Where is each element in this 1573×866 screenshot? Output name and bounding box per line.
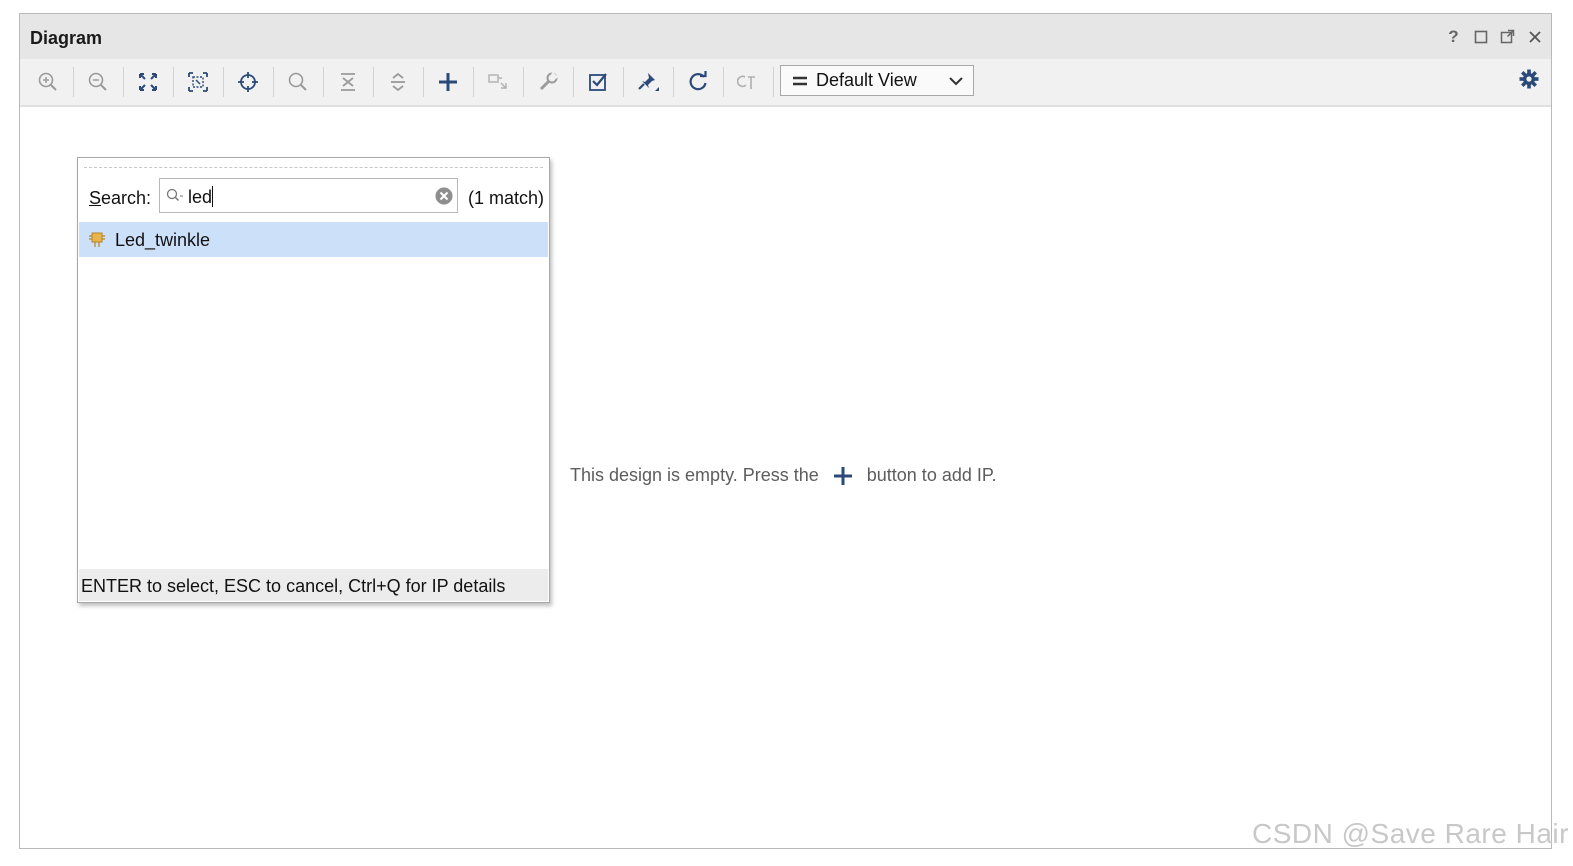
zoom-in-icon[interactable]: [31, 65, 65, 99]
toolbar-separator: [573, 67, 574, 97]
text-caret: [212, 186, 214, 207]
toolbar-separator: [223, 67, 224, 97]
add-ip-icon[interactable]: [431, 65, 465, 99]
view-list-icon: [793, 76, 807, 85]
view-select-value: Default View: [816, 70, 917, 90]
search-label: Search:: [89, 188, 152, 208]
toolbar-separator: [323, 67, 324, 97]
popup-footer: ENTER to select, ESC to cancel, Ctrl+Q f…: [79, 569, 548, 601]
result-label: Led_twinkle: [115, 230, 211, 250]
float-icon[interactable]: [1499, 28, 1516, 45]
toolbar-separator: [173, 67, 174, 97]
chevron-down-icon: [949, 77, 963, 86]
toolbar-separator: [373, 67, 374, 97]
optimize-routing-icon[interactable]: [731, 65, 765, 99]
search-input-value: led: [188, 187, 213, 207]
toolbar-separator: [473, 67, 474, 97]
regenerate-layout-icon[interactable]: [681, 65, 715, 99]
empty-message-end: button to add IP.: [866, 465, 997, 485]
add-ip-icon[interactable]: [833, 466, 853, 486]
window-controls: ?: [1445, 27, 1543, 46]
expand-all-icon[interactable]: [381, 65, 415, 99]
clear-search-icon[interactable]: [434, 186, 454, 206]
footer-hint: ENTER to select, ESC to cancel, Ctrl+Q f…: [81, 576, 506, 596]
fit-full-icon[interactable]: [131, 65, 165, 99]
help-icon[interactable]: ?: [1445, 27, 1462, 46]
auto-connect-icon[interactable]: [231, 65, 265, 99]
pin-icon[interactable]: [631, 65, 665, 99]
panel-titlebar: Diagram ?: [20, 14, 1551, 59]
search-icon: [166, 188, 183, 202]
gear-icon[interactable]: [1519, 69, 1539, 94]
toolbar-separator: [673, 67, 674, 97]
empty-message-start: This design is empty. Press the: [570, 465, 819, 485]
toolbar-separator: [423, 67, 424, 97]
toolbar-separator: [273, 67, 274, 97]
maximize-icon[interactable]: [1472, 28, 1489, 45]
popup-drag-handle[interactable]: [84, 167, 543, 168]
collapse-all-icon[interactable]: [331, 65, 365, 99]
panel-title: Diagram: [30, 28, 103, 48]
watermark: CSDN @Save Rare Hair: [1252, 818, 1569, 849]
zoom-out-icon[interactable]: [81, 65, 115, 99]
toolbar-separator: [723, 67, 724, 97]
add-module-icon[interactable]: [481, 65, 515, 99]
search-icon[interactable]: [281, 65, 315, 99]
properties-icon[interactable]: [531, 65, 565, 99]
empty-design-message: This design is empty. Press the button t…: [570, 465, 997, 486]
toolbar-separator: [623, 67, 624, 97]
match-count: (1 match): [468, 188, 545, 208]
fit-selection-icon[interactable]: [181, 65, 215, 99]
list-item[interactable]: Led_twinkle: [79, 222, 548, 257]
toolbar-separator: [123, 67, 124, 97]
toolbar-separator: [523, 67, 524, 97]
close-icon[interactable]: [1526, 28, 1543, 45]
toolbar-separator: [73, 67, 74, 97]
view-select[interactable]: Default View: [780, 65, 974, 96]
search-input[interactable]: led: [159, 178, 458, 213]
diagram-toolbar: Default View: [20, 59, 1551, 107]
ip-core-icon: [89, 232, 105, 247]
validate-design-icon[interactable]: [581, 65, 615, 99]
add-ip-popup: Search: led (1 match) Led_twinkle ENTER …: [77, 157, 550, 603]
toolbar-separator: [773, 67, 774, 97]
